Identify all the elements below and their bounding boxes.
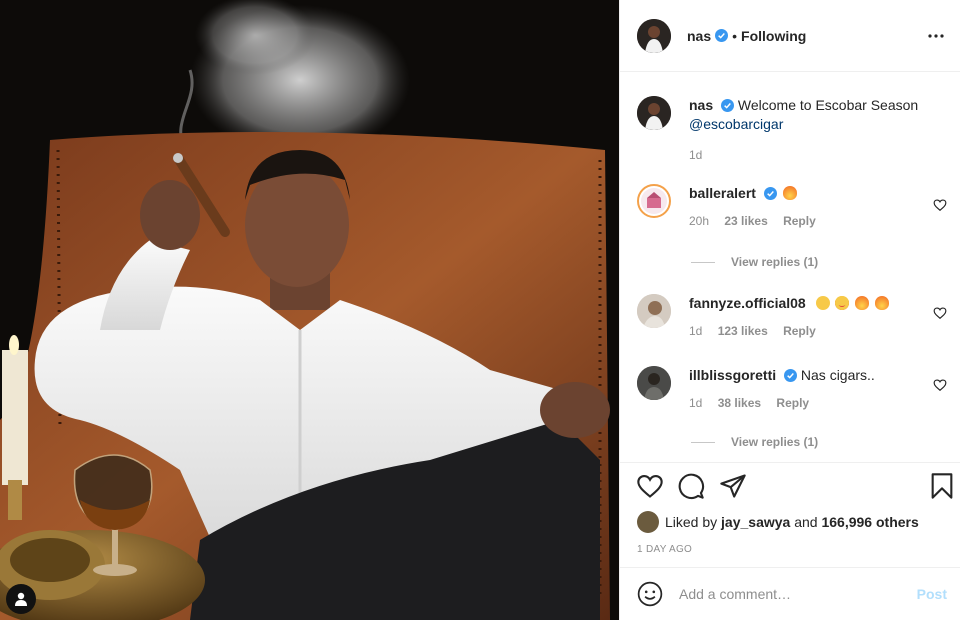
share-icon[interactable] xyxy=(719,472,747,500)
likes-prefix: Liked by xyxy=(665,514,718,530)
likes-count[interactable]: 166,996 others xyxy=(821,514,918,530)
caption: nas Welcome to Escobar Season @escobarci… xyxy=(637,96,947,165)
post-header: nas • Following xyxy=(620,0,960,72)
comment-username[interactable]: fannyze.official08 xyxy=(689,295,806,311)
fire-emoji-icon xyxy=(875,296,890,310)
post-modal: nas • Following nas Welcome to Escobar S… xyxy=(0,0,960,620)
caption-text: Welcome to Escobar Season xyxy=(737,97,919,113)
comment-item: illblissgoretti Nas cigars.. 1d 38 likes… xyxy=(637,366,947,413)
more-options-button[interactable] xyxy=(926,26,946,46)
likes-and: and xyxy=(794,514,818,530)
comment-reply-button[interactable]: Reply xyxy=(776,396,809,410)
photo-scene xyxy=(0,0,619,620)
caption-mention[interactable]: @escobarcigar xyxy=(689,115,947,134)
comment-like-heart-icon[interactable] xyxy=(933,378,947,392)
comment-item: fannyze.official08 1d 123 likes Reply xyxy=(637,294,947,341)
post-button[interactable]: Post xyxy=(917,586,947,602)
liker-username[interactable]: jay_sawya xyxy=(721,514,790,530)
post-sidebar: nas • Following nas Welcome to Escobar S… xyxy=(619,0,960,620)
comment-avatar[interactable] xyxy=(637,294,671,328)
emoji-icon[interactable] xyxy=(637,581,663,607)
comment-likes[interactable]: 38 likes xyxy=(718,396,761,410)
comment-time: 20h xyxy=(689,214,710,228)
comments-list[interactable]: nas Welcome to Escobar Season @escobarci… xyxy=(620,72,960,463)
header-separator: • xyxy=(732,27,738,44)
following-button[interactable]: Following xyxy=(741,28,806,44)
comment-username[interactable]: balleralert xyxy=(689,185,756,201)
view-replies-button[interactable]: View replies (1) xyxy=(691,255,818,269)
verified-badge-icon xyxy=(721,99,735,112)
author-avatar[interactable] xyxy=(637,18,671,53)
likes-summary: Liked by jay_sawya and 166,996 others xyxy=(637,511,919,533)
fire-emoji-icon xyxy=(782,186,797,200)
comment-reply-button[interactable]: Reply xyxy=(783,324,816,338)
verified-badge-icon xyxy=(763,187,777,200)
comment-reply-button[interactable]: Reply xyxy=(783,214,816,228)
view-replies-label: View replies (1) xyxy=(731,255,819,269)
view-replies-button[interactable]: View replies (1) xyxy=(691,435,818,449)
replies-divider xyxy=(691,441,715,443)
post-timestamp: 1 DAY AGO xyxy=(637,544,693,555)
add-comment-bar: Post xyxy=(620,567,960,620)
comment-like-heart-icon[interactable] xyxy=(933,306,947,320)
face-emoji-icon xyxy=(815,296,830,310)
more-dots-icon xyxy=(928,33,944,38)
replies-divider xyxy=(691,261,715,263)
post-actions xyxy=(620,472,960,504)
comment-username[interactable]: illblissgoretti xyxy=(689,367,776,383)
tagged-user-button[interactable] xyxy=(6,584,36,614)
comment-likes[interactable]: 23 likes xyxy=(724,214,767,228)
bookmark-icon[interactable] xyxy=(928,472,956,500)
comment-avatar[interactable] xyxy=(637,366,671,400)
person-icon xyxy=(15,592,27,606)
comment-icon[interactable] xyxy=(677,472,705,500)
view-replies-label: View replies (1) xyxy=(731,435,819,449)
post-photo[interactable] xyxy=(0,0,619,620)
comment-item: balleralert 20h 23 likes Reply xyxy=(637,184,947,231)
comment-likes[interactable]: 123 likes xyxy=(718,324,768,338)
comment-avatar[interactable] xyxy=(637,184,671,218)
caption-avatar[interactable] xyxy=(637,96,671,130)
caption-time: 1d xyxy=(689,148,703,162)
liker-avatar[interactable] xyxy=(637,511,659,533)
heart-icon[interactable] xyxy=(636,472,664,500)
verified-badge-icon xyxy=(715,29,729,42)
comment-like-heart-icon[interactable] xyxy=(933,198,947,212)
comment-input[interactable] xyxy=(679,586,917,602)
comment-time: 1d xyxy=(689,324,703,338)
author-username[interactable]: nas xyxy=(687,28,711,44)
heart-eyes-emoji-icon xyxy=(835,296,850,310)
verified-badge-icon xyxy=(784,369,798,382)
comment-time: 1d xyxy=(689,396,703,410)
comment-text: Nas cigars.. xyxy=(800,367,875,383)
caption-username[interactable]: nas xyxy=(689,97,713,113)
fire-emoji-icon xyxy=(855,296,870,310)
